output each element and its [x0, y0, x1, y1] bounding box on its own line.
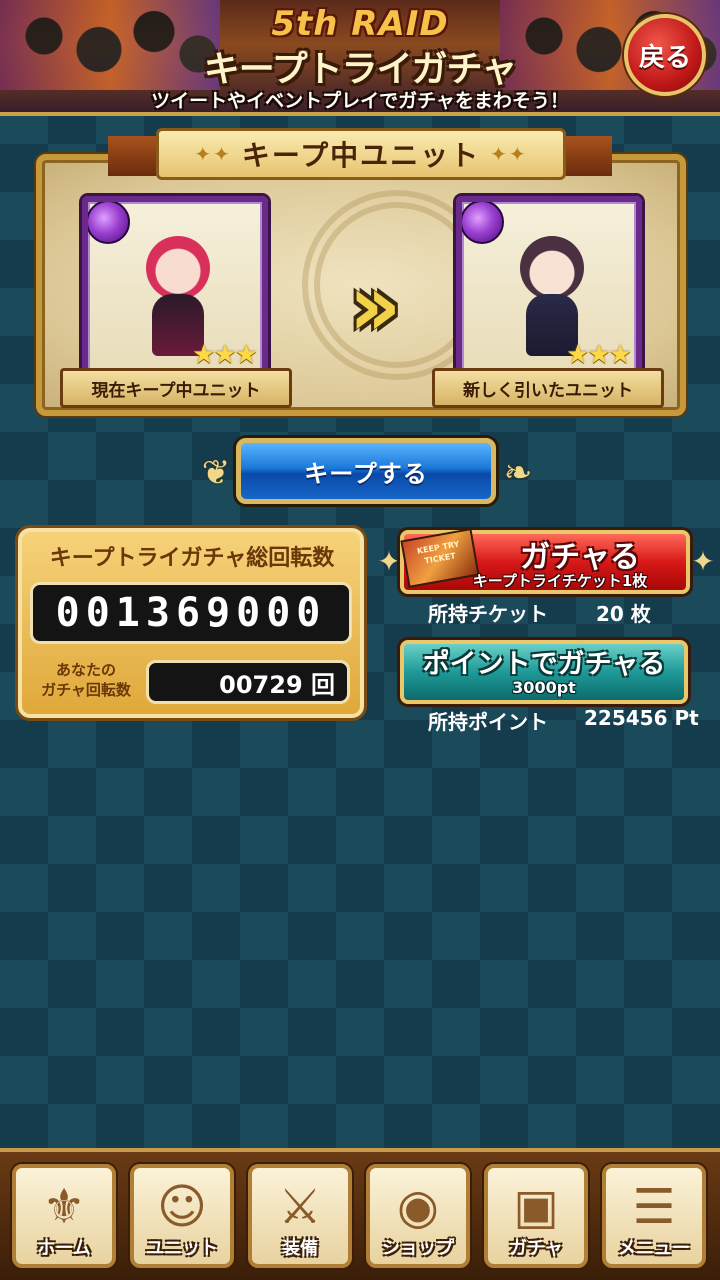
- new-unit-card[interactable]: ★★★: [456, 196, 642, 382]
- nav-label: メニュー: [618, 1238, 690, 1259]
- your-spins-label: あなたの ガチャ回転数: [28, 660, 144, 700]
- point-gacha-label: ポイントでガチャる: [422, 649, 666, 680]
- your-spins-label-line2: ガチャ回転数: [41, 681, 131, 699]
- banner-subtitle: ツイートやイベントプレイでガチャをまわそう！: [151, 90, 569, 112]
- sparkle-icon: ✦✦: [194, 142, 232, 166]
- points-owned-value: 225456 Pt: [584, 706, 699, 730]
- menu-icon: ☰: [632, 1179, 676, 1235]
- tickets-owned-value: 20 枚: [596, 602, 651, 626]
- double-arrow-icon: ››: [348, 256, 402, 356]
- nav-home-button[interactable]: ⚜ ホーム: [12, 1164, 116, 1268]
- nav-label: ガチャ: [509, 1238, 563, 1259]
- scroll-ornament-right: ❧: [503, 453, 533, 493]
- current-unit-caption: 現在キープ中ユニット: [60, 368, 292, 408]
- nav-label: ユニット: [146, 1238, 218, 1259]
- keep-header-label: キープ中ユニット: [241, 139, 481, 172]
- rarity-stars: ★★★: [566, 340, 632, 370]
- unit-portrait-head: [520, 236, 584, 300]
- nav-equipment-button[interactable]: ⚔ 装備: [248, 1164, 352, 1268]
- banner-raid-label: 5th RAID: [271, 4, 449, 44]
- new-unit-caption: 新しく引いたユニット: [432, 368, 664, 408]
- your-spins-label-line1: あなたの: [55, 661, 116, 679]
- sparkle-icon: ✦✦: [490, 142, 528, 166]
- header-ribbon-left: [108, 136, 158, 176]
- wing-ornament-right: ✦: [691, 545, 715, 578]
- character-icon: ☺: [156, 1179, 208, 1235]
- nav-gacha-button[interactable]: ▣ ガチャ: [484, 1164, 588, 1268]
- total-spins-title: キープトライガチャ総回転数: [49, 546, 335, 571]
- scroll-ornament-left: ❦: [201, 453, 231, 493]
- cards-icon: ▣: [513, 1179, 559, 1235]
- keep-panel-header: ✦✦ キープ中ユニット ✦✦: [156, 128, 566, 180]
- current-unit-card[interactable]: ★★★: [82, 196, 268, 382]
- back-button[interactable]: 戻る: [624, 14, 706, 96]
- keep-button[interactable]: キープする: [236, 438, 496, 504]
- coin-icon: ◉: [397, 1179, 439, 1235]
- header-ribbon-right: [562, 136, 612, 176]
- unit-portrait-head: [146, 236, 210, 300]
- ticket-gacha-cost: キープトライチケット1枚: [472, 572, 648, 590]
- nav-unit-button[interactable]: ☺ ユニット: [130, 1164, 234, 1268]
- swords-icon: ⚔: [278, 1179, 322, 1235]
- dark-attribute-icon: [88, 202, 130, 244]
- fleur-icon: ⚜: [42, 1179, 86, 1235]
- banner-title: キープトライガチャ: [203, 49, 517, 90]
- rarity-stars: ★★★: [192, 340, 258, 370]
- wing-ornament-left: ✦: [377, 545, 401, 578]
- nav-label: ショップ: [382, 1238, 454, 1259]
- nav-menu-button[interactable]: ☰ メニュー: [602, 1164, 706, 1268]
- tickets-owned-label: 所持チケット: [428, 602, 548, 626]
- nav-label: ホーム: [37, 1238, 91, 1259]
- dark-attribute-icon: [462, 202, 504, 244]
- nav-label: 装備: [282, 1238, 318, 1259]
- points-owned-label: 所持ポイント: [428, 710, 548, 734]
- point-gacha-cost: 3000pt: [512, 678, 576, 697]
- nav-shop-button[interactable]: ◉ ショップ: [366, 1164, 470, 1268]
- total-spins-value: 001369000: [30, 582, 352, 644]
- banner-characters-left: [0, 0, 220, 90]
- your-spins-value: 00729 回: [146, 660, 350, 704]
